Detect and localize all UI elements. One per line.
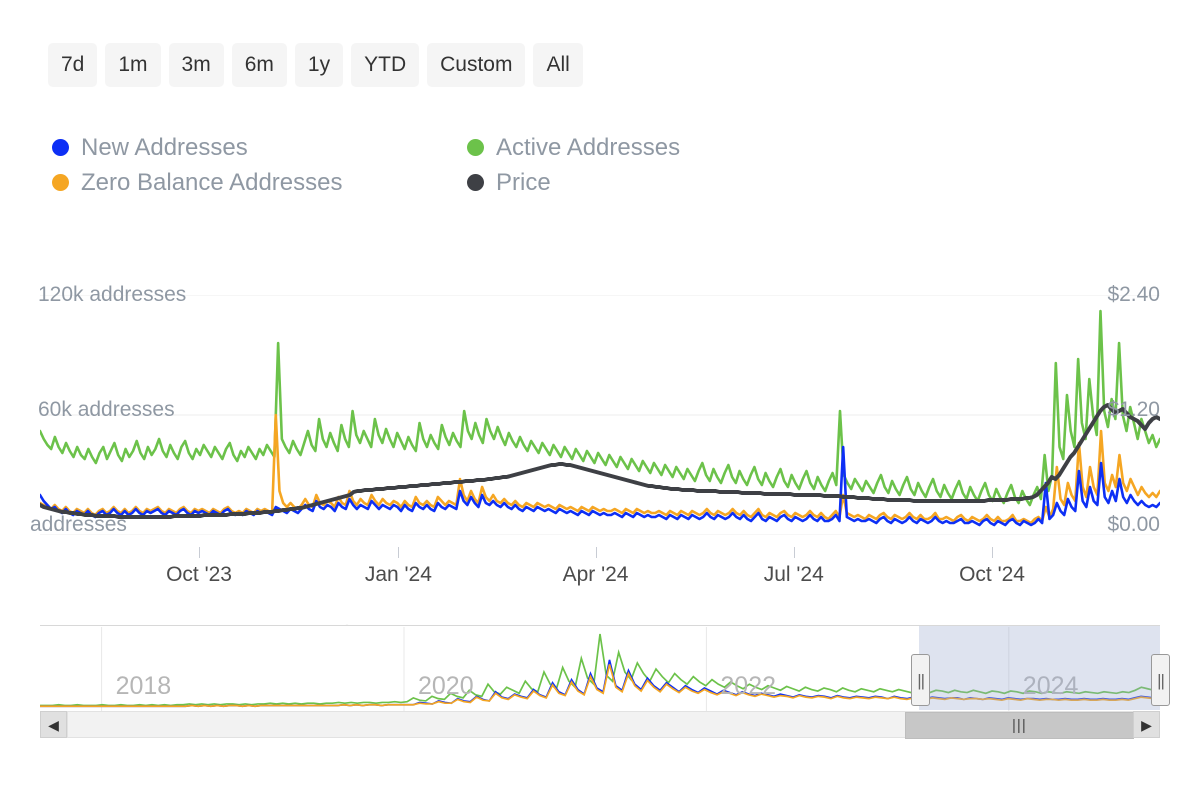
x-tick-label: Jan '24 <box>364 563 432 586</box>
legend-dot-icon <box>467 174 484 191</box>
x-tick-mark <box>793 547 795 558</box>
legend-item-active-addresses[interactable]: Active Addresses <box>467 134 812 162</box>
x-tick-label: Jul '24 <box>763 563 824 586</box>
legend-dot-icon <box>467 139 484 156</box>
navigator-scrollbar[interactable]: ◀ ||| ▶ <box>40 711 1160 739</box>
range-button-all[interactable]: All <box>533 43 583 87</box>
x-tick-mark <box>199 547 201 558</box>
x-tick-mark <box>595 547 597 558</box>
legend-item-price[interactable]: Price <box>467 169 812 197</box>
range-button-6m[interactable]: 6m <box>231 43 287 87</box>
range-navigator[interactable]: 2018 2020 2022 2024 || || <box>40 625 1170 711</box>
range-button-3m[interactable]: 3m <box>168 43 224 87</box>
navigator-year-label: 2020 <box>418 672 474 700</box>
legend-label: Active Addresses <box>496 133 681 161</box>
y-axis-label-middle: 60k addresses <box>38 398 175 421</box>
series-line-active-addresses <box>40 309 1160 507</box>
legend-item-new-addresses[interactable]: New Addresses <box>52 134 467 162</box>
y2-axis-label-middle: $1.20 <box>1107 398 1160 421</box>
legend-item-zero-balance-addresses[interactable]: Zero Balance Addresses <box>52 169 467 197</box>
scrollbar-thumb[interactable]: ||| <box>904 712 1134 739</box>
legend-label: Price <box>496 168 551 196</box>
navigator-handle-right-grip: || <box>1157 670 1165 690</box>
main-plot-area[interactable] <box>40 295 1160 535</box>
navigator-year-label: 2018 <box>115 672 172 700</box>
main-chart[interactable]: IntoTheBlock 120k addresses 60k addresse… <box>0 265 1200 722</box>
x-tick-mark <box>992 547 993 558</box>
series-line-zero-balance-addresses <box>40 413 1160 525</box>
range-button-1y[interactable]: 1y <box>294 43 344 87</box>
navigator-selection-region[interactable] <box>919 626 1160 710</box>
x-tick-label: Apr '24 <box>562 563 629 586</box>
y2-axis-label-bottom: $0.00 <box>1107 513 1160 536</box>
range-button-1m[interactable]: 1m <box>105 43 161 87</box>
navigator-handle-right[interactable]: || <box>1151 654 1170 706</box>
chart-legend: New Addresses Active Addresses Zero Balanc… <box>52 130 812 200</box>
navigator-handle-left-grip: || <box>917 670 925 690</box>
navigator-year-label: 2022 <box>720 672 777 700</box>
legend-label: New Addresses <box>81 133 248 161</box>
scroll-right-arrow-icon[interactable]: ▶ <box>1133 711 1160 738</box>
x-tick-label: Oct '23 <box>166 563 232 586</box>
x-tick-mark <box>398 547 400 558</box>
range-button-7d[interactable]: 7d <box>48 43 98 87</box>
legend-label: Zero Balance Addresses <box>81 168 343 196</box>
y-axis-label-bottom: addresses <box>30 513 127 536</box>
legend-dot-icon <box>52 139 69 156</box>
y-axis-label-top: 120k addresses <box>38 283 187 306</box>
navigator-handle-left[interactable]: || <box>911 654 931 706</box>
series-line-price <box>40 403 1160 519</box>
range-button-ytd[interactable]: YTD <box>351 43 420 87</box>
time-range-selector[interactable]: 7d 1m 3m 6m 1y YTD Custom All <box>48 43 583 87</box>
range-button-custom[interactable]: Custom <box>427 43 526 87</box>
scroll-left-arrow-icon[interactable]: ◀ <box>40 711 67 738</box>
y2-axis-label-top: $2.40 <box>1107 283 1160 306</box>
x-tick-label: Oct '24 <box>959 563 1025 586</box>
legend-dot-icon <box>52 174 69 191</box>
scrollbar-track[interactable]: ||| <box>67 711 1134 739</box>
